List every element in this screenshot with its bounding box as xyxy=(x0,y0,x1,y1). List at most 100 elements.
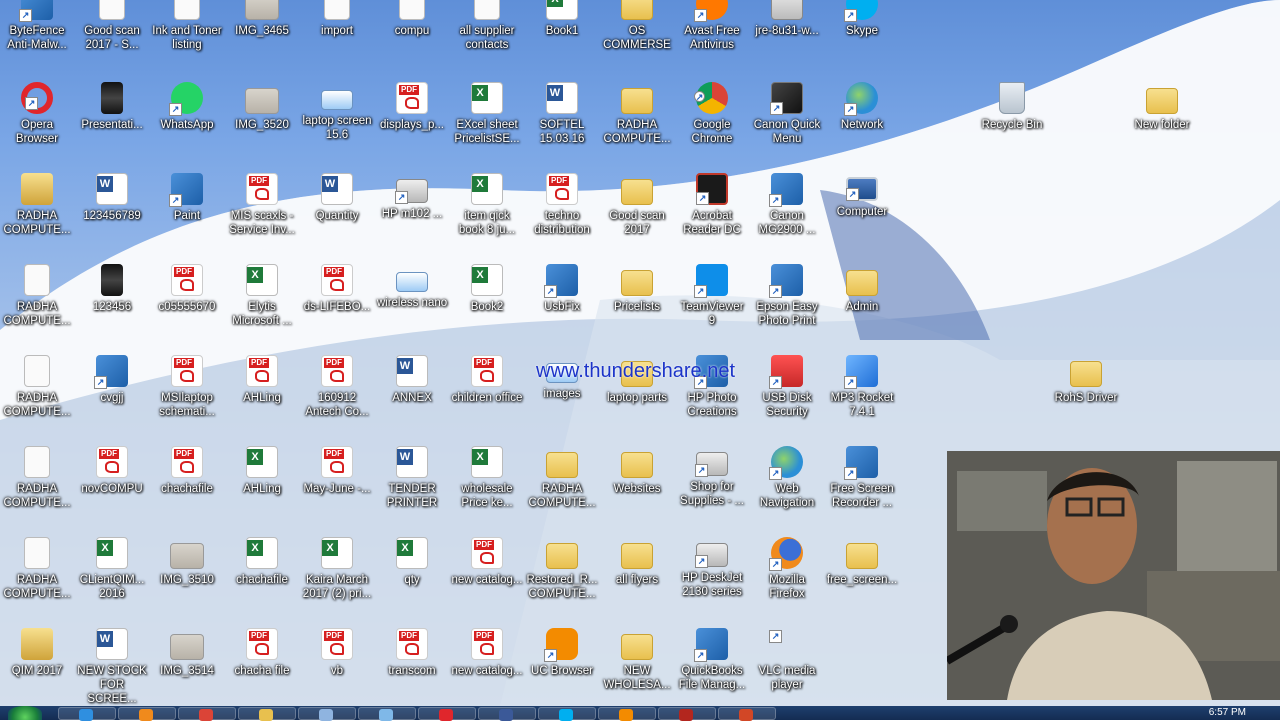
desktop-icon[interactable]: 160912 Antech Co... xyxy=(300,349,374,439)
desktop-icon[interactable]: vb xyxy=(300,622,374,706)
desktop-icon[interactable]: RADHA COMPUTE... xyxy=(0,531,74,621)
desktop-icon[interactable]: Web Navigation xyxy=(750,440,824,530)
desktop-icon[interactable]: UC Browser xyxy=(525,622,599,706)
desktop-icon[interactable]: IMG_3520 xyxy=(225,76,299,166)
desktop-icon[interactable]: compu xyxy=(375,0,449,72)
desktop-icon[interactable]: Restored_R... COMPUTE... xyxy=(525,531,599,621)
desktop-icon[interactable]: EXcel sheet PricelistSE... xyxy=(450,76,524,166)
desktop-icon[interactable]: Ink and Toner listing xyxy=(150,0,224,72)
desktop-icon[interactable]: Paint xyxy=(150,167,224,257)
desktop-icon[interactable]: displays_p... xyxy=(375,76,449,166)
desktop-icon[interactable]: Canon Quick Menu xyxy=(750,76,824,166)
desktop-icon[interactable]: Book2 xyxy=(450,258,524,348)
desktop-icon[interactable]: TENDER PRINTER xyxy=(375,440,449,530)
desktop-icon[interactable]: transcom xyxy=(375,622,449,706)
desktop-icon[interactable]: chacha file xyxy=(225,622,299,706)
desktop-icon[interactable]: novCOMPU xyxy=(75,440,149,530)
desktop-icon[interactable]: Elytis Microsoft ... xyxy=(225,258,299,348)
desktop-icon[interactable]: RADHA COMPUTE... xyxy=(0,167,74,257)
desktop-icon[interactable]: CLientQIM... 2016 xyxy=(75,531,149,621)
desktop-icon[interactable]: qty xyxy=(375,531,449,621)
desktop-icon[interactable]: Opera Browser xyxy=(0,76,74,166)
desktop-icon[interactable]: Book1 xyxy=(525,0,599,72)
desktop-icon[interactable]: wholesale Price ke... xyxy=(450,440,524,530)
taskbar-button[interactable] xyxy=(538,707,596,721)
desktop-icon[interactable]: Free Screen Recorder ... xyxy=(825,440,899,530)
desktop-icon[interactable]: import xyxy=(300,0,374,72)
desktop-icon[interactable]: HP m102 ... xyxy=(375,167,449,257)
desktop-icon[interactable]: Presentati... xyxy=(75,76,149,166)
desktop-icon[interactable]: Canon MG2900 ... xyxy=(750,167,824,257)
desktop-icon[interactable]: Good scan 2017 - S... xyxy=(75,0,149,72)
desktop-icon[interactable]: Avast Free Antivirus xyxy=(675,0,749,72)
desktop-icon[interactable]: ANNEX xyxy=(375,349,449,439)
desktop-icon[interactable]: new catalog... xyxy=(450,622,524,706)
taskbar-clock[interactable]: 6:57 PM xyxy=(1209,707,1246,719)
start-button[interactable] xyxy=(8,706,42,720)
desktop-icon[interactable]: Google Chrome xyxy=(675,76,749,166)
desktop-icon[interactable]: TeamViewer 9 xyxy=(675,258,749,348)
desktop-icon[interactable]: wireless nano xyxy=(375,258,449,348)
desktop-icon[interactable]: laptop screen 15.6 xyxy=(300,76,374,166)
desktop-icon[interactable]: chachafile xyxy=(225,531,299,621)
desktop-icon[interactable]: Skype xyxy=(825,0,899,72)
taskbar-button[interactable] xyxy=(598,707,656,721)
desktop-icon[interactable]: QuickBooks File Manag... xyxy=(675,622,749,706)
desktop-icon[interactable]: free_screen... xyxy=(825,531,899,621)
desktop-icon[interactable]: IMG_3510 xyxy=(150,531,224,621)
desktop-icon[interactable]: new catalog... xyxy=(450,531,524,621)
taskbar-button[interactable] xyxy=(478,707,536,721)
desktop-icon[interactable]: Good scan 2017 xyxy=(600,167,674,257)
desktop-icon[interactable]: item qick book 8 ju... xyxy=(450,167,524,257)
desktop-icon[interactable]: Acrobat Reader DC xyxy=(675,167,749,257)
taskbar-button[interactable] xyxy=(178,707,236,721)
desktop-icon[interactable]: RADHA COMPUTE... xyxy=(600,76,674,166)
taskbar-button[interactable] xyxy=(118,707,176,721)
desktop-icon[interactable]: VLC media player xyxy=(750,622,824,706)
desktop-icon[interactable]: Admin xyxy=(825,258,899,348)
desktop-icon[interactable]: RADHA COMPUTE... xyxy=(0,440,74,530)
desktop-icon[interactable]: Computer xyxy=(825,167,899,257)
desktop-icon[interactable]: Epson Easy Photo Print xyxy=(750,258,824,348)
desktop-icon[interactable]: RADHA COMPUTE... xyxy=(0,349,74,439)
desktop-icon[interactable]: Shop for Supplies - ... xyxy=(675,440,749,530)
taskbar-button[interactable] xyxy=(238,707,296,721)
desktop-icon[interactable]: RADHA COMPUTE... xyxy=(525,440,599,530)
desktop-icon[interactable]: children office xyxy=(450,349,524,439)
desktop-icon[interactable]: Quantity xyxy=(300,167,374,257)
desktop-icon[interactable]: all flyers xyxy=(600,531,674,621)
desktop-icon[interactable]: New folder xyxy=(1125,76,1199,166)
desktop-icon[interactable]: chachafile xyxy=(150,440,224,530)
desktop-icon[interactable]: techno distribution xyxy=(525,167,599,257)
taskbar-button[interactable] xyxy=(718,707,776,721)
desktop-icon[interactable]: Pricelists xyxy=(600,258,674,348)
desktop-icon[interactable]: May-June -... xyxy=(300,440,374,530)
desktop-icon[interactable]: USB Disk Security xyxy=(750,349,824,439)
taskbar-button[interactable] xyxy=(298,707,356,721)
desktop-icon[interactable]: OS COMMERSE xyxy=(600,0,674,72)
taskbar-button[interactable] xyxy=(658,707,716,721)
taskbar-button[interactable] xyxy=(418,707,476,721)
desktop-icon[interactable]: 123456789 xyxy=(75,167,149,257)
desktop-icon[interactable]: AHLing xyxy=(225,440,299,530)
desktop-icon[interactable]: MIS scaxls - Service Inv... xyxy=(225,167,299,257)
desktop-icon[interactable]: WhatsApp xyxy=(150,76,224,166)
desktop-icon[interactable]: HP DeskJet 2130 series xyxy=(675,531,749,621)
desktop-icon[interactable]: Kaira March 2017 (2) pri... xyxy=(300,531,374,621)
desktop-icon[interactable]: c05555670 xyxy=(150,258,224,348)
taskbar-button[interactable] xyxy=(58,707,116,721)
desktop-icon[interactable]: 123456 xyxy=(75,258,149,348)
desktop-icon[interactable]: ByteFence Anti-Malw... xyxy=(0,0,74,72)
desktop-icon[interactable]: cvgjj xyxy=(75,349,149,439)
desktop-icon[interactable]: Websites xyxy=(600,440,674,530)
desktop-icon[interactable]: Network xyxy=(825,76,899,166)
desktop-icon[interactable]: MP3 Rocket 7.4.1 xyxy=(825,349,899,439)
desktop-icon[interactable]: IMG_3514 xyxy=(150,622,224,706)
desktop-icon[interactable]: ds-LIFEBO... xyxy=(300,258,374,348)
desktop-icon[interactable]: Mozilla Firefox xyxy=(750,531,824,621)
desktop-icon[interactable]: all supplier contacts xyxy=(450,0,524,72)
desktop-icon[interactable]: AHLing xyxy=(225,349,299,439)
desktop-icon[interactable]: Recycle Bin xyxy=(975,76,1049,166)
desktop-icon[interactable]: RADHA COMPUTE... xyxy=(0,258,74,348)
desktop-icon[interactable]: IMG_3465 xyxy=(225,0,299,72)
